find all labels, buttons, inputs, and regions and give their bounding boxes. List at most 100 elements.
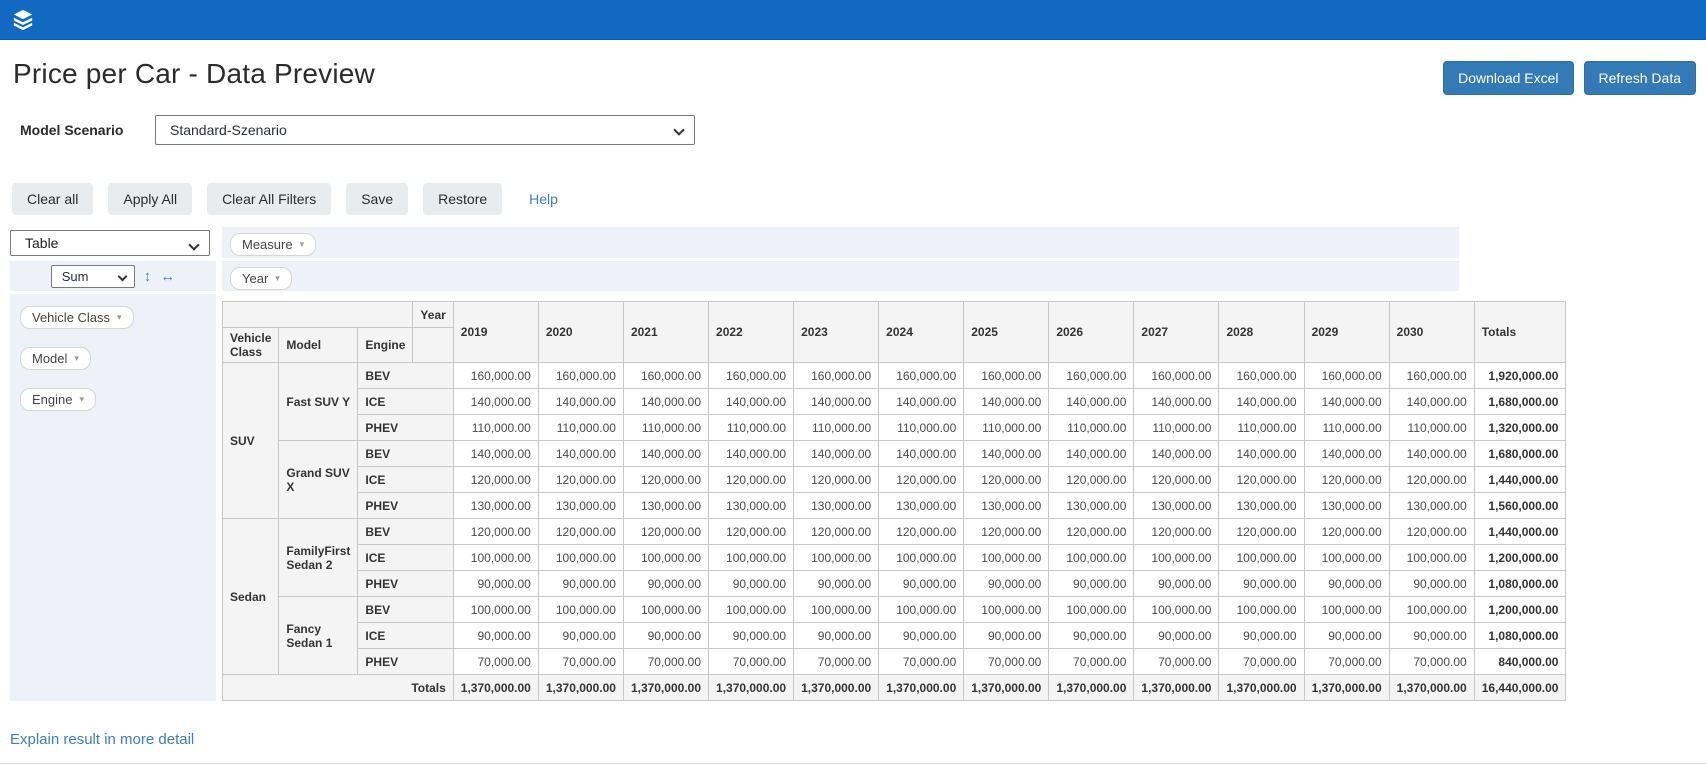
attribute-pill-model[interactable]: Model▾ <box>20 347 91 370</box>
attribute-pill-vehicle-class-label: Vehicle Class <box>32 310 110 325</box>
refresh-data-button[interactable]: Refresh Data <box>1584 61 1696 95</box>
year-column-header: 2023 <box>794 302 879 363</box>
value-cell: 110,000.00 <box>1219 415 1304 441</box>
attribute-pill-vehicle-class[interactable]: Vehicle Class▾ <box>20 306 134 329</box>
column-attributes-area: Year▾ <box>222 261 1459 291</box>
apply-all-button[interactable]: Apply All <box>108 183 192 215</box>
row-total-cell: 840,000.00 <box>1474 649 1566 675</box>
attribute-pill-measure[interactable]: Measure ▾ <box>230 233 316 256</box>
row-total-cell: 1,440,000.00 <box>1474 519 1566 545</box>
value-cell: 90,000.00 <box>1134 571 1219 597</box>
value-cell: 130,000.00 <box>538 493 623 519</box>
restore-button[interactable]: Restore <box>423 183 502 215</box>
value-cell: 110,000.00 <box>1389 415 1474 441</box>
row-total-cell: 1,080,000.00 <box>1474 571 1566 597</box>
year-column-header: 2029 <box>1304 302 1389 363</box>
year-column-header: 2019 <box>453 302 538 363</box>
value-cell: 70,000.00 <box>623 649 708 675</box>
column-axis-label: Year <box>413 302 453 328</box>
value-cell: 140,000.00 <box>1049 441 1134 467</box>
value-cell: 100,000.00 <box>1219 545 1304 571</box>
value-cell: 70,000.00 <box>453 649 538 675</box>
value-cell: 90,000.00 <box>538 571 623 597</box>
attribute-pill-model-label: Model <box>32 351 67 366</box>
sort-rows-icon[interactable]: ↕ <box>144 269 152 284</box>
column-total-cell: 1,370,000.00 <box>538 675 623 701</box>
value-cell: 100,000.00 <box>709 597 794 623</box>
aggregator-select[interactable]: Sum <box>51 265 135 288</box>
value-cell: 140,000.00 <box>538 389 623 415</box>
value-cell: 90,000.00 <box>453 571 538 597</box>
value-cell: 130,000.00 <box>709 493 794 519</box>
dropdown-triangle-icon: ▾ <box>300 239 305 250</box>
clear-all-filters-button[interactable]: Clear All Filters <box>207 183 331 215</box>
value-cell: 100,000.00 <box>1049 545 1134 571</box>
table-row: SUVFast SUV YBEV160,000.00160,000.00160,… <box>223 363 1566 389</box>
engine-cell: BEV <box>358 441 453 467</box>
value-cell: 110,000.00 <box>453 415 538 441</box>
value-cell: 90,000.00 <box>1049 571 1134 597</box>
attribute-pill-engine[interactable]: Engine▾ <box>20 388 96 411</box>
year-column-header: 2021 <box>623 302 708 363</box>
value-cell: 90,000.00 <box>709 623 794 649</box>
value-cell: 140,000.00 <box>623 389 708 415</box>
engine-cell: PHEV <box>358 493 453 519</box>
value-cell: 100,000.00 <box>453 597 538 623</box>
model-scenario-select[interactable]: Standard-Szenario <box>155 115 695 145</box>
value-cell: 120,000.00 <box>1049 467 1134 493</box>
title-actions: Download Excel Refresh Data <box>1443 61 1696 95</box>
value-cell: 140,000.00 <box>1304 441 1389 467</box>
value-cell: 120,000.00 <box>964 519 1049 545</box>
value-cell: 100,000.00 <box>709 545 794 571</box>
value-cell: 140,000.00 <box>623 441 708 467</box>
pivot-corner-cell <box>223 302 413 328</box>
table-row: ICE100,000.00100,000.00100,000.00100,000… <box>223 545 1566 571</box>
sort-cols-icon[interactable]: ↔ <box>160 269 175 284</box>
page-title: Price per Car - Data Preview <box>13 58 375 90</box>
value-cell: 120,000.00 <box>623 519 708 545</box>
value-cell: 140,000.00 <box>1219 389 1304 415</box>
value-cell: 160,000.00 <box>879 363 964 389</box>
value-cell: 130,000.00 <box>1134 493 1219 519</box>
toolbar: Clear all Apply All Clear All Filters Sa… <box>12 183 1706 215</box>
value-cell: 100,000.00 <box>794 545 879 571</box>
value-cell: 70,000.00 <box>538 649 623 675</box>
help-link[interactable]: Help <box>529 191 558 207</box>
table-row: PHEV130,000.00130,000.00130,000.00130,00… <box>223 493 1566 519</box>
value-cell: 120,000.00 <box>1389 467 1474 493</box>
value-cell: 110,000.00 <box>1304 415 1389 441</box>
column-total-cell: 1,370,000.00 <box>1304 675 1389 701</box>
value-cell: 90,000.00 <box>623 623 708 649</box>
row-total-cell: 1,440,000.00 <box>1474 467 1566 493</box>
year-column-header: 2030 <box>1389 302 1474 363</box>
chevron-down-icon <box>673 124 684 135</box>
under-axis-empty-cell <box>413 328 453 363</box>
value-cell: 100,000.00 <box>623 597 708 623</box>
attribute-pill-measure-label: Measure <box>242 237 293 252</box>
value-cell: 90,000.00 <box>709 571 794 597</box>
value-cell: 70,000.00 <box>794 649 879 675</box>
row-total-cell: 1,080,000.00 <box>1474 623 1566 649</box>
value-cell: 160,000.00 <box>1304 363 1389 389</box>
value-cell: 130,000.00 <box>623 493 708 519</box>
model-cell: FamilyFirst Sedan 2 <box>279 519 358 597</box>
row-total-cell: 1,320,000.00 <box>1474 415 1566 441</box>
value-cell: 90,000.00 <box>453 623 538 649</box>
layers-icon[interactable] <box>12 9 34 31</box>
attribute-pill-year[interactable]: Year▾ <box>230 267 292 290</box>
title-row: Price per Car - Data Preview Download Ex… <box>13 58 1696 95</box>
explain-result-link[interactable]: Explain result in more detail <box>10 731 194 748</box>
pill-wrap: Engine▾ <box>20 388 216 429</box>
value-cell: 110,000.00 <box>1049 415 1134 441</box>
table-row: PHEV110,000.00110,000.00110,000.00110,00… <box>223 415 1566 441</box>
value-cell: 160,000.00 <box>794 363 879 389</box>
engine-cell: PHEV <box>358 415 453 441</box>
year-column-header: 2026 <box>1049 302 1134 363</box>
clear-all-button[interactable]: Clear all <box>12 183 93 215</box>
renderer-select[interactable]: Table <box>10 230 210 256</box>
value-cell: 120,000.00 <box>794 467 879 493</box>
save-button[interactable]: Save <box>346 183 408 215</box>
model-scenario-label: Model Scenario <box>20 122 138 138</box>
value-cell: 90,000.00 <box>879 623 964 649</box>
download-excel-button[interactable]: Download Excel <box>1443 61 1573 95</box>
